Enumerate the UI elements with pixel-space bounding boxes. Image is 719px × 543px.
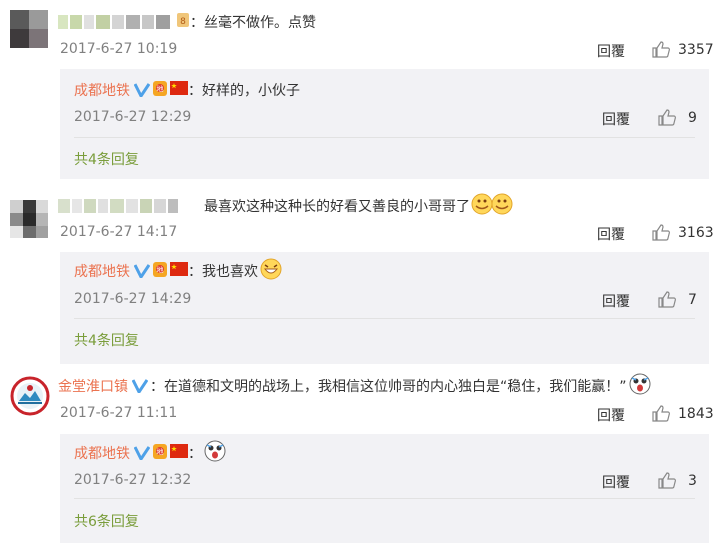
colon: ： [188, 446, 202, 462]
thumbs-up-icon [658, 472, 676, 489]
vip-badge-icon: 地 [152, 260, 168, 282]
comment-time: 2017-6-27 10:19 [60, 41, 178, 57]
colon: ： [188, 83, 202, 99]
like-button[interactable]: 3357 [652, 41, 714, 58]
svg-text:地: 地 [157, 84, 164, 93]
thumbs-up-icon [652, 224, 670, 241]
reply-header: 成都地铁 地 ： 我也喜欢 [74, 258, 282, 284]
avatar[interactable] [10, 200, 48, 238]
reply-header: 成都地铁 地 ： [74, 440, 226, 466]
divider [74, 498, 695, 499]
verified-v-icon [133, 446, 151, 461]
reply-button[interactable]: 回覆 [597, 405, 625, 425]
comment-time: 2017-6-27 11:11 [60, 405, 178, 421]
reply-time: 2017-6-27 12:29 [74, 109, 192, 125]
reply-box: 成都地铁 地 ： 好样的，小伙子 2017-6-27 12:29 回覆 9 共4… [60, 69, 709, 179]
like-count: 3357 [678, 41, 714, 58]
more-replies-link[interactable]: 共4条回复 [74, 149, 139, 169]
like-button[interactable]: 3163 [652, 224, 714, 241]
svg-text:8: 8 [180, 17, 186, 27]
colon: ： [150, 379, 164, 395]
thumbs-up-icon [658, 291, 676, 308]
more-replies-link[interactable]: 共6条回复 [74, 511, 139, 531]
comment-text: 最喜欢这种这种长的好看又善良的小哥哥了 [204, 199, 470, 215]
reply-text: 好样的，小伙子 [202, 83, 300, 99]
verified-v-icon [133, 83, 151, 98]
reply-button[interactable]: 回覆 [597, 41, 625, 61]
reply-username[interactable]: 成都地铁 [74, 261, 130, 281]
china-flag-icon [170, 444, 188, 462]
thumbs-up-icon [652, 41, 670, 58]
like-count: 7 [688, 291, 697, 308]
reply-header: 成都地铁 地 ： 好样的，小伙子 [74, 79, 300, 101]
comment-username[interactable]: 金堂淮口镇 [58, 376, 128, 396]
emoji-icon [470, 192, 514, 220]
reply-username[interactable]: 成都地铁 [74, 443, 130, 463]
avatar[interactable] [10, 376, 50, 416]
blurred-username[interactable] [58, 15, 170, 29]
comment-text: 丝毫不做作。点赞 [204, 15, 316, 31]
svg-text:地: 地 [157, 447, 164, 456]
avatar[interactable] [10, 10, 48, 48]
verified-v-icon [131, 379, 149, 394]
like-count: 1843 [678, 405, 714, 422]
more-replies-link[interactable]: 共4条回复 [74, 330, 139, 350]
like-count: 3 [688, 472, 697, 489]
comment-header: 金堂淮口镇 ： 在道德和文明的战场上，我相信这位帅哥的内心独白是“稳住，我们能赢… [58, 373, 651, 399]
reply-time: 2017-6-27 12:32 [74, 472, 192, 488]
reply-button[interactable]: 回覆 [602, 291, 630, 311]
comment-text: 在道德和文明的战场上，我相信这位帅哥的内心独白是“稳住，我们能赢！” [164, 379, 627, 395]
comment-time: 2017-6-27 14:17 [60, 224, 178, 240]
reply-button[interactable]: 回覆 [602, 472, 630, 492]
like-count: 3163 [678, 224, 714, 241]
vip-badge-icon: 地 [152, 442, 168, 464]
like-button[interactable]: 1843 [652, 405, 714, 422]
like-count: 9 [688, 109, 697, 126]
china-flag-icon [170, 81, 188, 99]
china-flag-icon [170, 262, 188, 280]
colon: ： [190, 15, 204, 31]
reply-time: 2017-6-27 14:29 [74, 291, 192, 307]
vip-badge-icon: 地 [152, 79, 168, 101]
emoji-icon [629, 373, 651, 399]
reply-text: 我也喜欢 [202, 264, 258, 280]
divider [74, 137, 695, 138]
comment-header: 最喜欢这种这种长的好看又善良的小哥哥了 [58, 192, 514, 220]
reply-box: 成都地铁 地 ： 2017-6-27 12:32 回覆 3 共6条回复 [60, 434, 709, 543]
colon: ： [188, 264, 202, 280]
verified-v-icon [133, 264, 151, 279]
reply-box: 成都地铁 地 ： 我也喜欢 2017-6-27 14:29 回覆 7 共4条回复 [60, 252, 709, 364]
thumbs-up-icon [652, 405, 670, 422]
like-button[interactable]: 3 [658, 472, 697, 489]
thumbs-up-icon [658, 109, 676, 126]
reply-button[interactable]: 回覆 [597, 224, 625, 244]
comment-header: 8 ： 丝毫不做作。点赞 [58, 10, 316, 34]
svg-text:地: 地 [157, 265, 164, 274]
reply-button[interactable]: 回覆 [602, 109, 630, 129]
like-button[interactable]: 7 [658, 291, 697, 308]
reply-username[interactable]: 成都地铁 [74, 80, 130, 100]
vip-badge-icon: 8 [176, 12, 190, 32]
emoji-icon [260, 258, 282, 284]
like-button[interactable]: 9 [658, 109, 697, 126]
divider [74, 318, 695, 319]
emoji-icon [204, 440, 226, 466]
blurred-username[interactable] [58, 199, 178, 213]
